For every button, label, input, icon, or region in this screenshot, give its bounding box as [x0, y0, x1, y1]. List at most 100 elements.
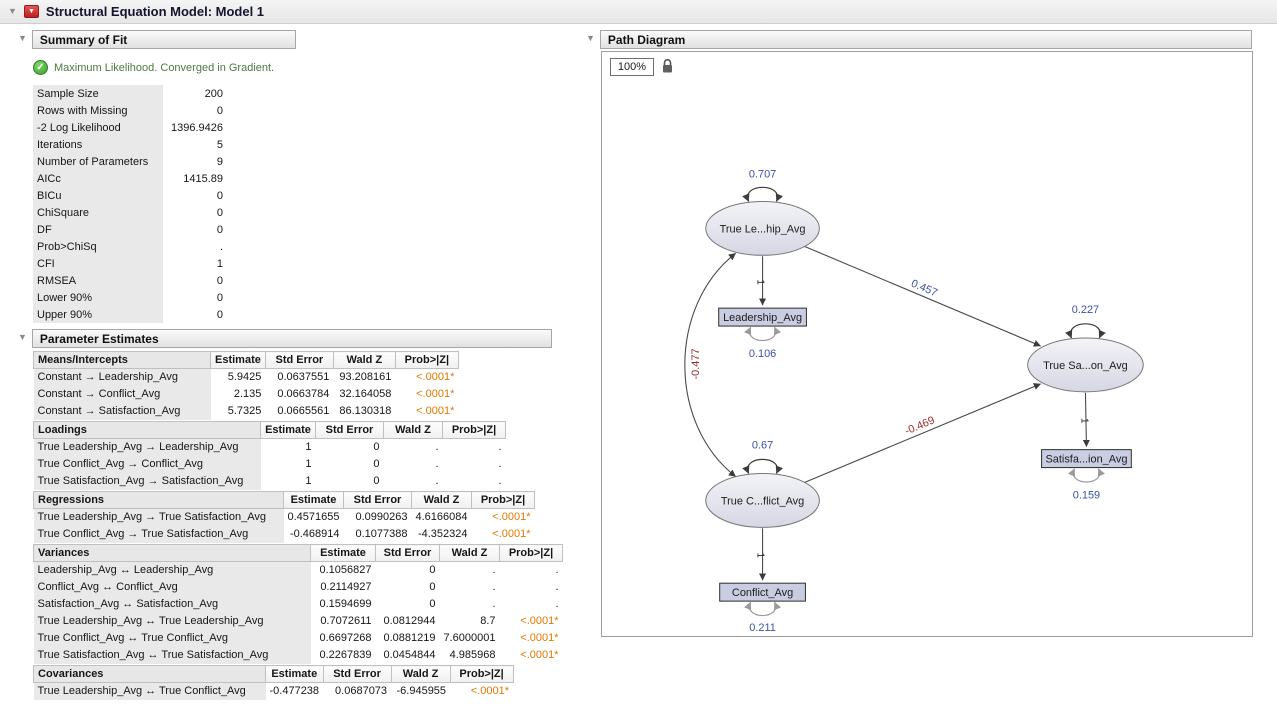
std-error-cell: 0 [376, 596, 440, 613]
stat-value: . [163, 238, 227, 255]
summary-row: -2 Log Likelihood 1396.9426 [33, 119, 227, 136]
prob-cell: <.0001* [500, 630, 563, 647]
table-row: Leadership_Avg ↔ Leadership_Avg 0.105682… [34, 562, 563, 579]
residual-loop-conflict[interactable] [750, 602, 776, 615]
means-intercepts-table: Means/Intercepts Estimate Std Error Wald… [33, 351, 459, 420]
node-true-conflict[interactable]: True C...flict_Avg [706, 474, 820, 528]
column-header: Prob>|Z| [450, 666, 513, 683]
param-label: Satisfaction_Avg ↔ Satisfaction_Avg [34, 596, 311, 613]
stat-value: 0 [163, 289, 227, 306]
column-header: Estimate [211, 352, 266, 369]
wald-z-cell: 8.7 [440, 613, 500, 630]
column-header: Wald Z [384, 422, 443, 439]
estimate-cell: 0.2267839 [311, 647, 376, 664]
table-row: True Leadership_Avg → True Satisfaction_… [34, 509, 535, 526]
table-row: True Leadership_Avg → Leadership_Avg 1 0… [34, 439, 506, 456]
table-row: True Satisfaction_Avg → Satisfaction_Avg… [34, 473, 506, 490]
table-row: Conflict_Avg ↔ Conflict_Avg 0.2114927 0 … [34, 579, 563, 596]
wald-z-cell: 4.6166084 [412, 509, 472, 526]
convergence-message: Maximum Likelihood. Converged in Gradien… [54, 62, 274, 74]
node-conflict[interactable]: Conflict_Avg [720, 583, 806, 601]
stat-value: 9 [163, 153, 227, 170]
variance-loop-true-conflict[interactable] [748, 459, 778, 473]
variances-table: Variances Estimate Std Error Wald Z Prob… [33, 544, 563, 664]
std-error-cell: 0.1077388 [344, 526, 412, 543]
lock-icon[interactable] [661, 58, 674, 79]
std-error-cell: 0.0663784 [265, 386, 333, 403]
loading-label-satisfaction: 1 [1078, 418, 1089, 424]
summary-row: AICc 1415.89 [33, 170, 227, 187]
table-row: True Conflict_Avg → True Satisfaction_Av… [34, 526, 535, 543]
residual-label-leadership: 0.106 [749, 348, 776, 360]
residual-loop-leadership[interactable] [750, 327, 776, 340]
stat-label: BICu [33, 187, 163, 204]
prob-cell: . [443, 473, 506, 490]
stat-label: Iterations [33, 136, 163, 153]
table-row: Constant → Conflict_Avg 2.135 0.0663784 … [34, 386, 459, 403]
table-row: Satisfaction_Avg ↔ Satisfaction_Avg 0.15… [34, 596, 563, 613]
prob-cell: . [443, 456, 506, 473]
zoom-level-control[interactable]: 100% [610, 58, 654, 76]
column-header: Prob>|Z| [472, 492, 535, 509]
prob-cell: <.0001* [450, 683, 513, 700]
summary-of-fit-header: ▼ Summary of Fit [18, 30, 296, 49]
wald-z-cell: 32.164058 [333, 386, 395, 403]
param-label: Constant → Conflict_Avg [34, 386, 211, 403]
loadings-table: Loadings Estimate Std Error Wald Z Prob>… [33, 421, 506, 490]
path-diagram-panel: 100% [601, 51, 1253, 637]
summary-row: Iterations 5 [33, 136, 227, 153]
variance-label-true-leadership: 0.707 [749, 169, 776, 181]
summary-of-fit-table: Sample Size 200 Rows with Missing 0 -2 L… [33, 85, 227, 323]
prob-cell: . [500, 596, 563, 613]
std-error-cell: 0 [316, 456, 384, 473]
column-header: Std Error [323, 666, 391, 683]
std-error-cell: 0.0881219 [376, 630, 440, 647]
node-label: True C...flict_Avg [721, 495, 804, 507]
stat-value: 0 [163, 204, 227, 221]
path-diagram-header: ▼ Path Diagram [586, 30, 1252, 49]
regression-edge-true-conflict-true-satisfaction[interactable] [804, 384, 1040, 483]
variance-loop-true-leadership[interactable] [748, 187, 778, 201]
prob-cell: . [500, 579, 563, 596]
disclosure-triangle-summary[interactable]: ▼ [18, 34, 27, 43]
page-title: Structural Equation Model: Model 1 [46, 4, 264, 19]
wald-z-cell: 86.130318 [333, 403, 395, 420]
disclosure-triangle-diagram[interactable]: ▼ [586, 34, 595, 43]
std-error-cell: 0.0990263 [344, 509, 412, 526]
path-diagram-canvas[interactable]: True Le...hip_Avg True Sa...on_Avg True … [602, 52, 1252, 636]
param-label: Conflict_Avg ↔ Conflict_Avg [34, 579, 311, 596]
covariances-table: Covariances Estimate Std Error Wald Z Pr… [33, 665, 514, 700]
summary-row: Number of Parameters 9 [33, 153, 227, 170]
node-satisfaction[interactable]: Satisfa...ion_Avg [1042, 450, 1132, 468]
wald-z-cell: . [440, 562, 500, 579]
variance-label-true-satisfaction: 0.227 [1072, 304, 1099, 316]
summary-row: Sample Size 200 [33, 85, 227, 102]
wald-z-cell: . [440, 579, 500, 596]
stat-label: Sample Size [33, 85, 163, 102]
wald-z-cell: . [440, 596, 500, 613]
stat-label: Number of Parameters [33, 153, 163, 170]
stat-label: Upper 90% [33, 306, 163, 323]
std-error-cell: 0.0454844 [376, 647, 440, 664]
node-leadership[interactable]: Leadership_Avg [719, 308, 807, 326]
regression-edge-true-leadership-true-satisfaction[interactable] [804, 246, 1040, 346]
node-true-satisfaction[interactable]: True Sa...on_Avg [1028, 338, 1144, 392]
node-true-leadership[interactable]: True Le...hip_Avg [706, 201, 820, 255]
disclosure-triangle-main[interactable]: ▼ [8, 7, 17, 16]
parameter-estimates-header: ▼ Parameter Estimates [18, 329, 552, 348]
std-error-cell: 0.0687073 [323, 683, 391, 700]
summary-row: ChiSquare 0 [33, 204, 227, 221]
loading-label-conflict: 1 [755, 553, 766, 559]
std-error-cell: 0.0812944 [376, 613, 440, 630]
residual-loop-satisfaction[interactable] [1073, 469, 1099, 482]
regression-label-lead-sat: 0.457 [909, 278, 939, 300]
wald-z-cell: 4.985968 [440, 647, 500, 664]
stat-value: 1 [163, 255, 227, 272]
estimate-cell: 1 [261, 439, 316, 456]
variance-loop-true-satisfaction[interactable] [1071, 324, 1101, 338]
red-triangle-menu-button[interactable]: ▼ [24, 5, 39, 18]
prob-cell: <.0001* [395, 369, 458, 386]
disclosure-triangle-estimates[interactable]: ▼ [18, 333, 27, 342]
column-header: Std Error [344, 492, 412, 509]
std-error-cell: 0 [376, 562, 440, 579]
